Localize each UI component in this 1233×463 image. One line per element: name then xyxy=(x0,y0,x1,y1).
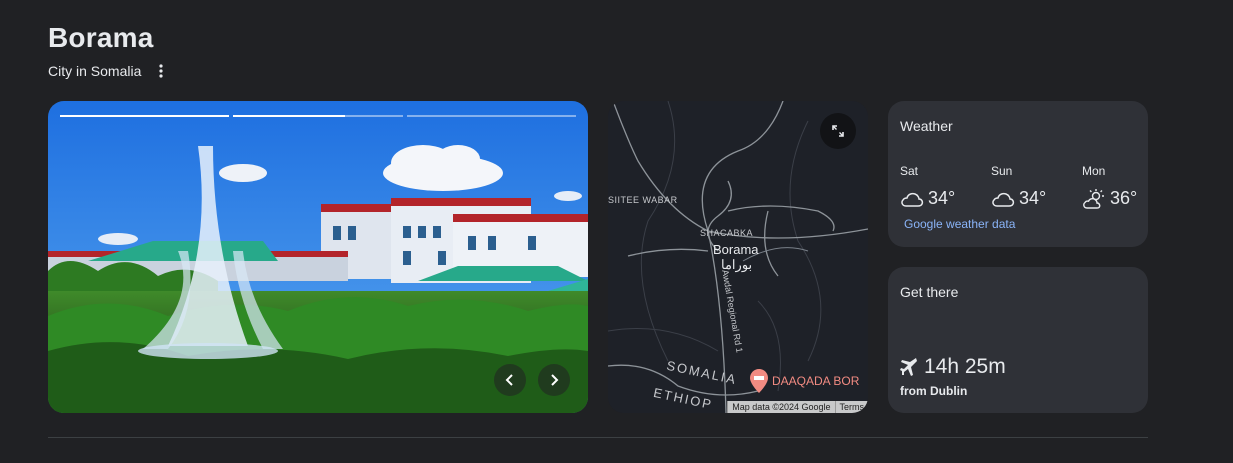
travel-time: 14h 25m xyxy=(900,355,1006,379)
progress-segment xyxy=(233,115,403,117)
map-terms-link[interactable]: Terms xyxy=(834,401,868,413)
more-vert-icon[interactable] xyxy=(153,62,169,80)
subtitle: City in Somalia xyxy=(48,63,142,79)
section-divider xyxy=(48,437,1148,438)
travel-origin: from Dublin xyxy=(900,384,968,398)
chevron-right-icon xyxy=(551,374,559,386)
next-photo-button[interactable] xyxy=(538,364,570,396)
day-temp: 36° xyxy=(1110,188,1138,208)
expand-map-button[interactable] xyxy=(820,113,856,149)
travel-duration: 14h 25m xyxy=(924,355,1006,378)
subtitle-row: City in Somalia xyxy=(48,62,169,80)
map-poi-label: DAAQADA BOR xyxy=(772,374,860,388)
map-data-credit: Map data ©2024 Google xyxy=(727,401,835,413)
get-there-card[interactable]: Get there 14h 25m from Dublin xyxy=(888,267,1148,413)
map-attribution: Map data ©2024 Google Terms xyxy=(727,401,868,413)
weather-card[interactable]: Weather Sat 34° Sun 34° Mon 36° Google w… xyxy=(888,101,1148,247)
photo-carousel[interactable] xyxy=(48,101,588,413)
map-label-shacabka: SHACABKA xyxy=(700,228,754,238)
chevron-left-icon xyxy=(505,374,513,386)
map-label-siitee: SIITEE WABAR xyxy=(608,195,678,205)
airplane-icon xyxy=(900,358,917,376)
day-temp: 34° xyxy=(1019,188,1047,208)
lodging-pin-icon xyxy=(750,369,768,393)
day-name: Sun xyxy=(991,164,1013,178)
weather-day: Sat 34° xyxy=(900,164,980,209)
weather-day: Mon 36° xyxy=(1082,164,1162,209)
partly-cloudy-icon xyxy=(1083,188,1104,209)
progress-segment xyxy=(60,115,230,117)
progress-segment xyxy=(406,115,576,117)
cloud-icon xyxy=(901,192,924,207)
map-preview[interactable]: SIITEE WABAR SHACABKA Borama بوراما Awda… xyxy=(608,101,868,413)
expand-icon xyxy=(832,125,844,137)
day-name: Mon xyxy=(1082,164,1106,178)
cloud-icon xyxy=(992,192,1015,207)
carousel-progress xyxy=(60,115,576,117)
day-name: Sat xyxy=(900,164,919,178)
weather-day: Sun 34° xyxy=(991,164,1071,209)
get-there-title: Get there xyxy=(900,284,959,300)
page-title: Borama xyxy=(48,22,154,53)
previous-photo-button[interactable] xyxy=(494,364,526,396)
weather-source-link[interactable]: Google weather data xyxy=(904,217,1015,231)
weather-title: Weather xyxy=(900,118,953,134)
map-label-city: Borama xyxy=(713,242,759,257)
map-poi[interactable]: DAAQADA BOR xyxy=(750,369,859,393)
day-temp: 34° xyxy=(928,188,956,208)
